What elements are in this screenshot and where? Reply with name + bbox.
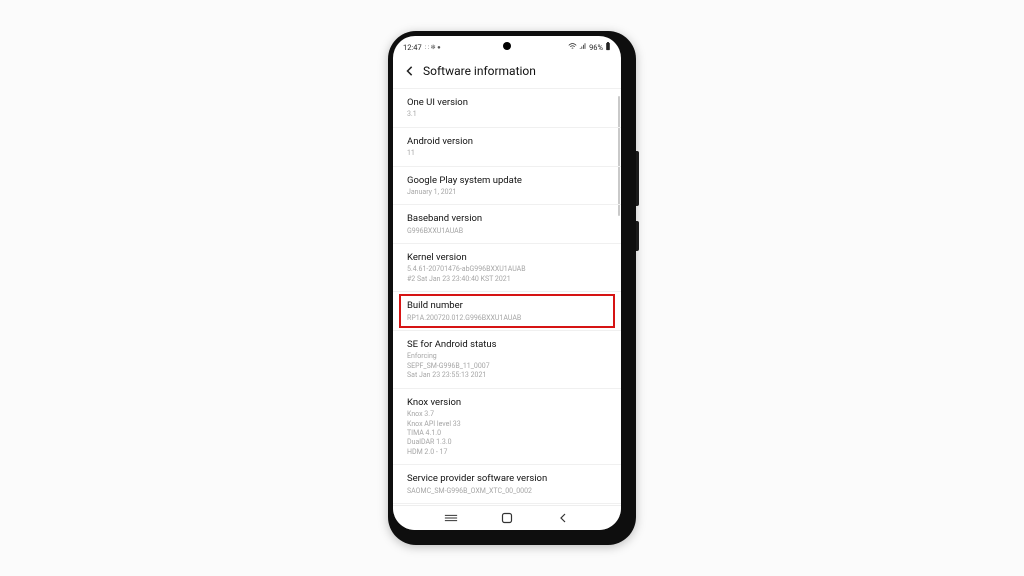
item-value: January 1, 2021 [407,188,607,197]
status-time: 12:47 [403,43,422,52]
recents-button[interactable] [436,513,466,523]
settings-list[interactable]: One UI version3.1Android version11Google… [393,88,621,505]
status-right: 96% [568,42,611,53]
stage: 12:47 : : ✻ ● 96% [0,0,1024,576]
item-label: One UI version [407,97,607,109]
item-baseband-version[interactable]: Baseband version G996BXXU1AUAB [393,205,621,244]
item-value: G996BXXU1AUAB [407,227,607,236]
phone-screen: 12:47 : : ✻ ● 96% [393,36,621,530]
item-google-play-update[interactable]: Google Play system updateJanuary 1, 2021 [393,167,621,206]
page-title: Software information [423,64,536,78]
item-android-version[interactable]: Android version11 [393,128,621,167]
item-build-number[interactable]: Build number RP1A.200720.012.G996BXXU1AUA… [393,292,621,331]
item-se-android-status[interactable]: SE for Android statusEnforcing SEPF_SM-G… [393,331,621,389]
item-label: Build number [407,300,607,312]
item-value: 11 [407,149,607,158]
nav-back-button[interactable] [548,512,578,524]
navigation-bar [393,505,621,530]
item-knox-version[interactable]: Knox versionKnox 3.7 Knox API level 33 T… [393,389,621,466]
front-camera [503,42,511,50]
item-label: SE for Android status [407,339,607,351]
item-value: 5.4.61-20701476-abG996BXXU1AUAB #2 Sat J… [407,265,607,284]
volume-button [636,151,639,206]
item-label: Service provider software version [407,473,607,485]
item-label: Knox version [407,397,607,409]
power-button [636,221,639,251]
signal-icon [579,43,587,52]
battery-icon [605,42,611,53]
item-label: Kernel version [407,252,607,264]
item-value: SAOMC_SM-G996B_OXM_XTC_00_0002 [407,487,607,496]
item-value: 3.1 [407,110,607,119]
item-value: Enforcing SEPF_SM-G996B_11_0007 Sat Jan … [407,352,607,380]
status-left: 12:47 : : ✻ ● [403,43,441,52]
item-label: Google Play system update [407,175,607,187]
item-kernel-version[interactable]: Kernel version5.4.61-20701476-abG996BXXU… [393,244,621,292]
item-label: Baseband version [407,213,607,225]
item-service-provider-version[interactable]: Service provider software version SAOMC_S… [393,465,621,504]
battery-percent: 96% [589,43,603,52]
phone-frame: 12:47 : : ✻ ● 96% [388,31,636,545]
item-value: RP1A.200720.012.G996BXXU1AUAB [407,314,607,323]
home-button[interactable] [492,512,522,524]
status-indicators: : : ✻ ● [425,44,441,51]
page-header: Software information [393,56,621,88]
wifi-icon [568,43,577,52]
item-value: Knox 3.7 Knox API level 33 TIMA 4.1.0 Du… [407,410,607,457]
item-label: Android version [407,136,607,148]
back-button[interactable] [405,66,415,76]
item-one-ui-version[interactable]: One UI version3.1 [393,89,621,128]
